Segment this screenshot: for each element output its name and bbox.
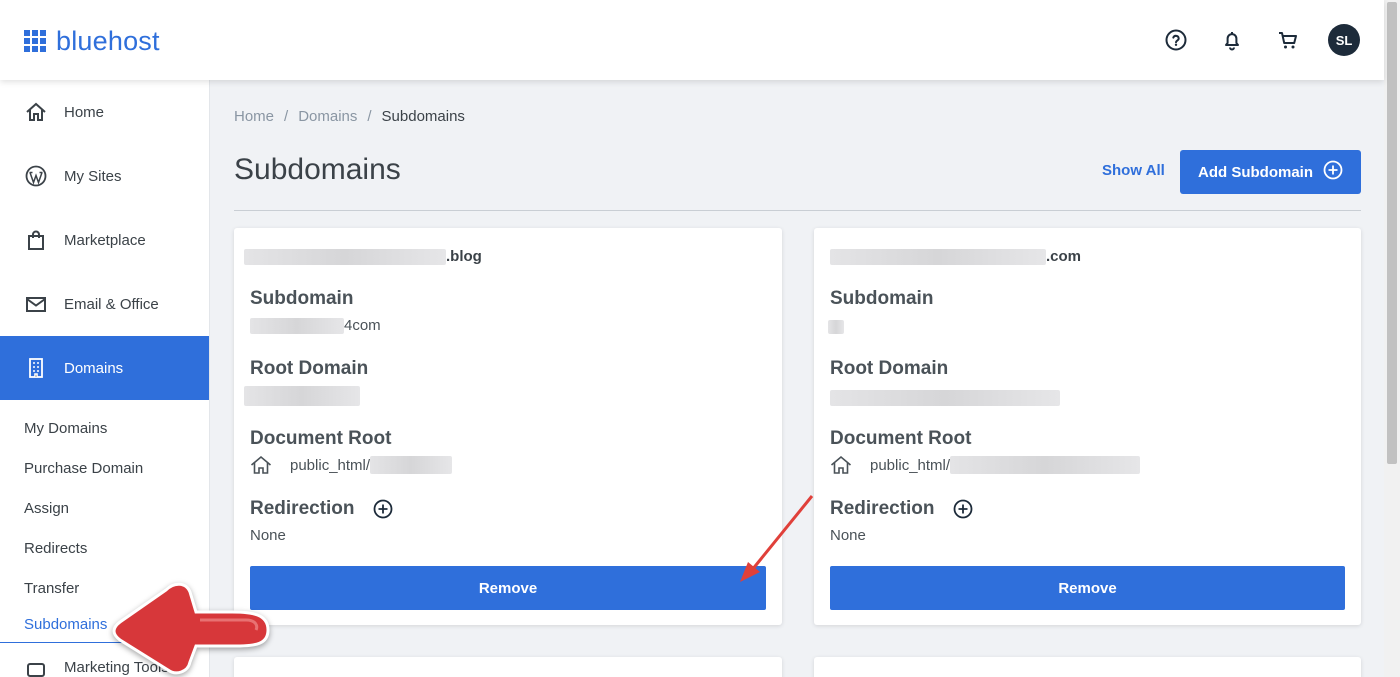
submenu-item-subdomains[interactable]: Subdomains: [0, 608, 209, 640]
sidebar-item-label: Email & Office: [64, 295, 159, 313]
remove-button[interactable]: Remove: [250, 566, 766, 610]
breadcrumb-current: Subdomains: [381, 108, 465, 125]
redacted-text: [830, 390, 1060, 406]
submenu-item-redirects[interactable]: Redirects: [0, 528, 209, 568]
breadcrumb-separator: /: [284, 108, 289, 125]
envelope-icon: [24, 292, 48, 316]
document-root-prefix: public_html/: [290, 456, 371, 474]
home-icon: [24, 100, 48, 124]
root-domain-value: [244, 386, 360, 406]
root-domain-label: Root Domain: [250, 358, 369, 379]
card-domain-title: .blog: [244, 248, 482, 265]
subdomain-card-partial: [234, 657, 782, 677]
redacted-text: [250, 317, 344, 334]
subdomain-value: 4com: [250, 317, 381, 334]
breadcrumb-separator: /: [367, 108, 372, 125]
subdomain-label: Subdomain: [250, 288, 354, 309]
redirection-label: Redirection: [250, 498, 355, 519]
document-root-prefix: public_html/: [870, 456, 951, 474]
subdomain-card: .blog Subdomain 4com Root Domain Documen…: [234, 228, 782, 625]
logo-text: bluehost: [56, 26, 160, 56]
card-domain-title: .com: [830, 248, 1081, 265]
root-domain-label: Root Domain: [830, 358, 949, 379]
sidebar-item-label: Marketing Tools: [64, 659, 169, 676]
show-all-link[interactable]: Show All: [1102, 162, 1165, 179]
wordpress-icon: [24, 164, 48, 188]
subdomain-label: Subdomain: [830, 288, 934, 309]
bell-icon[interactable]: [1216, 24, 1248, 56]
shopping-bag-icon: [24, 228, 48, 252]
home-icon: [250, 455, 272, 475]
redacted-text: [830, 248, 1046, 265]
submenu-item-transfer[interactable]: Transfer: [0, 568, 209, 608]
sidebar-item-marketing-tools[interactable]: Marketing Tools: [0, 643, 209, 677]
sidebar-item-my-sites[interactable]: My Sites: [0, 144, 209, 208]
domains-submenu: My Domains Purchase Domain Assign Redire…: [0, 400, 210, 643]
top-bar: bluehost SL: [0, 0, 1384, 80]
sidebar-item-email-office[interactable]: Email & Office: [0, 272, 209, 336]
redirection-value: None: [830, 527, 866, 544]
breadcrumb-home[interactable]: Home: [234, 108, 274, 125]
domain-suffix: .com: [1046, 248, 1082, 265]
page-title: Subdomains: [234, 153, 401, 186]
scrollbar-thumb[interactable]: [1387, 2, 1397, 464]
breadcrumb-domains[interactable]: Domains: [298, 108, 357, 125]
redacted-text: [370, 456, 453, 474]
building-icon: [24, 356, 48, 380]
sidebar-item-marketplace[interactable]: Marketplace: [0, 208, 209, 272]
subdomain-card: .com Subdomain Root Domain Document Root…: [814, 228, 1361, 625]
domain-suffix: .blog: [446, 248, 482, 265]
redirection-label: Redirection: [830, 498, 935, 519]
submenu-item-purchase-domain[interactable]: Purchase Domain: [0, 448, 209, 488]
title-divider: [234, 210, 1361, 211]
add-redirection-icon[interactable]: [953, 499, 973, 519]
help-icon[interactable]: [1160, 24, 1192, 56]
redirection-row: Redirection: [250, 498, 393, 520]
add-redirection-icon[interactable]: [373, 499, 393, 519]
bluehost-logo[interactable]: bluehost: [24, 26, 160, 56]
document-root-label: Document Root: [830, 428, 972, 449]
redacted-text: [244, 386, 360, 406]
document-root-label: Document Root: [250, 428, 392, 449]
subdomain-value: [828, 320, 844, 334]
sidebar: Home My Sites Marketplace Email & Office…: [0, 80, 210, 677]
sidebar-item-label: Home: [64, 103, 105, 121]
sidebar-item-home[interactable]: Home: [0, 80, 209, 144]
remove-button[interactable]: Remove: [830, 566, 1345, 610]
root-domain-value: [830, 390, 1060, 406]
sidebar-item-label: Domains: [64, 359, 124, 377]
document-root-value: public_html/: [830, 455, 1141, 475]
cart-icon[interactable]: [1272, 24, 1304, 56]
add-subdomain-button[interactable]: Add Subdomain: [1180, 150, 1361, 194]
sidebar-item-domains[interactable]: Domains: [0, 336, 209, 400]
page-scrollbar[interactable]: [1384, 0, 1400, 677]
subdomain-card-partial: [814, 657, 1361, 677]
redirection-value: None: [250, 527, 286, 544]
marketing-icon: [24, 659, 48, 677]
redacted-text: [828, 320, 844, 334]
add-subdomain-label: Add Subdomain: [1198, 163, 1313, 181]
user-avatar[interactable]: SL: [1328, 24, 1360, 56]
plus-circle-icon: [1323, 160, 1343, 184]
redirection-row: Redirection: [830, 498, 973, 520]
submenu-item-my-domains[interactable]: My Domains: [0, 408, 209, 448]
redacted-text: [950, 456, 1141, 474]
sidebar-item-label: Marketplace: [64, 231, 146, 249]
submenu-item-assign[interactable]: Assign: [0, 488, 209, 528]
document-root-value: public_html/: [250, 455, 453, 475]
logo-grid-icon: [24, 30, 46, 52]
subdomain-suffix: 4com: [344, 317, 381, 334]
home-icon: [830, 455, 852, 475]
breadcrumb: Home / Domains / Subdomains: [234, 108, 465, 125]
redacted-text: [244, 248, 446, 265]
sidebar-item-label: My Sites: [64, 167, 122, 185]
